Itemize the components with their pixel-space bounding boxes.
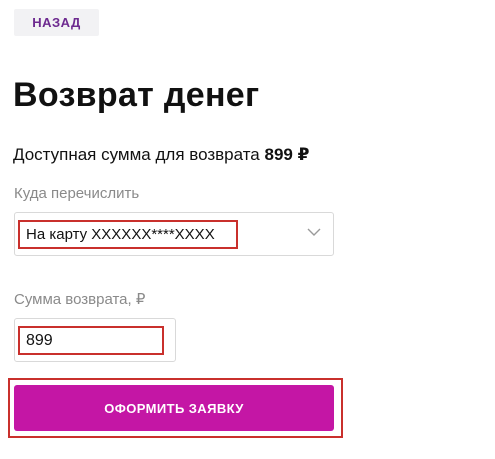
available-amount-line: Доступная сумма для возврата 899 ₽: [13, 145, 309, 165]
back-button[interactable]: НАЗАД: [14, 9, 99, 36]
amount-highlight: 899: [18, 326, 164, 355]
refund-page: НАЗАД Возврат денег Доступная сумма для …: [0, 0, 495, 459]
destination-label: Куда перечислить: [14, 185, 140, 202]
chevron-down-icon: [307, 228, 321, 236]
destination-value: На карту XXXXXX****XXXX: [26, 226, 215, 243]
amount-value: 899: [26, 331, 53, 349]
destination-highlight: На карту XXXXXX****XXXX: [18, 220, 238, 249]
available-amount-text: Доступная сумма для возврата: [13, 145, 260, 164]
submit-request-button[interactable]: ОФОРМИТЬ ЗАЯВКУ: [14, 385, 334, 431]
amount-input[interactable]: 899: [14, 318, 176, 362]
submit-highlight: ОФОРМИТЬ ЗАЯВКУ: [8, 378, 343, 438]
amount-label: Сумма возврата, ₽: [14, 291, 146, 308]
page-title: Возврат денег: [13, 76, 260, 114]
destination-select[interactable]: На карту XXXXXX****XXXX: [14, 212, 334, 256]
available-amount-value: 899 ₽: [264, 145, 310, 164]
